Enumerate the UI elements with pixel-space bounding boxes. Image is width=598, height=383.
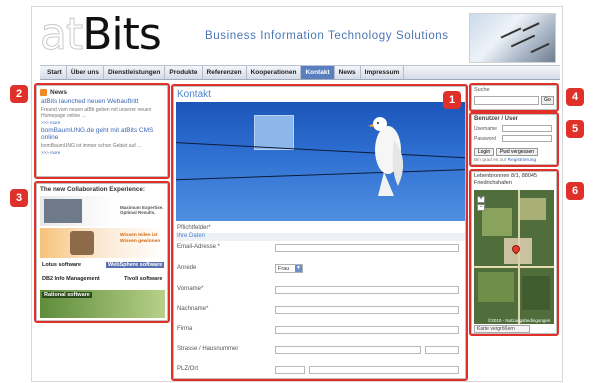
main-navigation: Start Über uns Dienstleistungen Produkte… xyxy=(40,65,560,80)
tagline: Business Information Technology Solution… xyxy=(205,30,449,42)
callout-number-5: 5 xyxy=(566,120,584,138)
tiger-header-image xyxy=(469,13,556,63)
nav-item-impressum[interactable]: Impressum xyxy=(361,66,405,79)
callout-number-1: 1 xyxy=(443,91,461,109)
callout-number-4: 4 xyxy=(566,88,584,106)
callout-box-main xyxy=(171,84,468,381)
nav-item-dienstleistungen[interactable]: Dienstleistungen xyxy=(104,66,166,79)
nav-item-referenzen[interactable]: Referenzen xyxy=(203,66,247,79)
callout-number-6: 6 xyxy=(566,182,584,200)
nav-item-produkte[interactable]: Produkte xyxy=(165,66,203,79)
callout-number-2: 2 xyxy=(10,85,28,103)
callout-box-login xyxy=(469,112,559,167)
callout-box-map xyxy=(469,169,559,336)
nav-item-start[interactable]: Start xyxy=(43,66,67,79)
callout-box-collaboration xyxy=(34,181,170,323)
callout-box-news xyxy=(34,83,170,179)
nav-item-kooperationen[interactable]: Kooperationen xyxy=(247,66,302,79)
nav-item-ueber-uns[interactable]: Über uns xyxy=(67,66,104,79)
nav-item-news[interactable]: News xyxy=(335,66,361,79)
atbits-logo[interactable]: atBits xyxy=(39,10,161,59)
nav-item-kontakt[interactable]: Kontakt xyxy=(301,66,335,79)
callout-box-search xyxy=(469,83,559,112)
callout-number-3: 3 xyxy=(10,189,28,207)
